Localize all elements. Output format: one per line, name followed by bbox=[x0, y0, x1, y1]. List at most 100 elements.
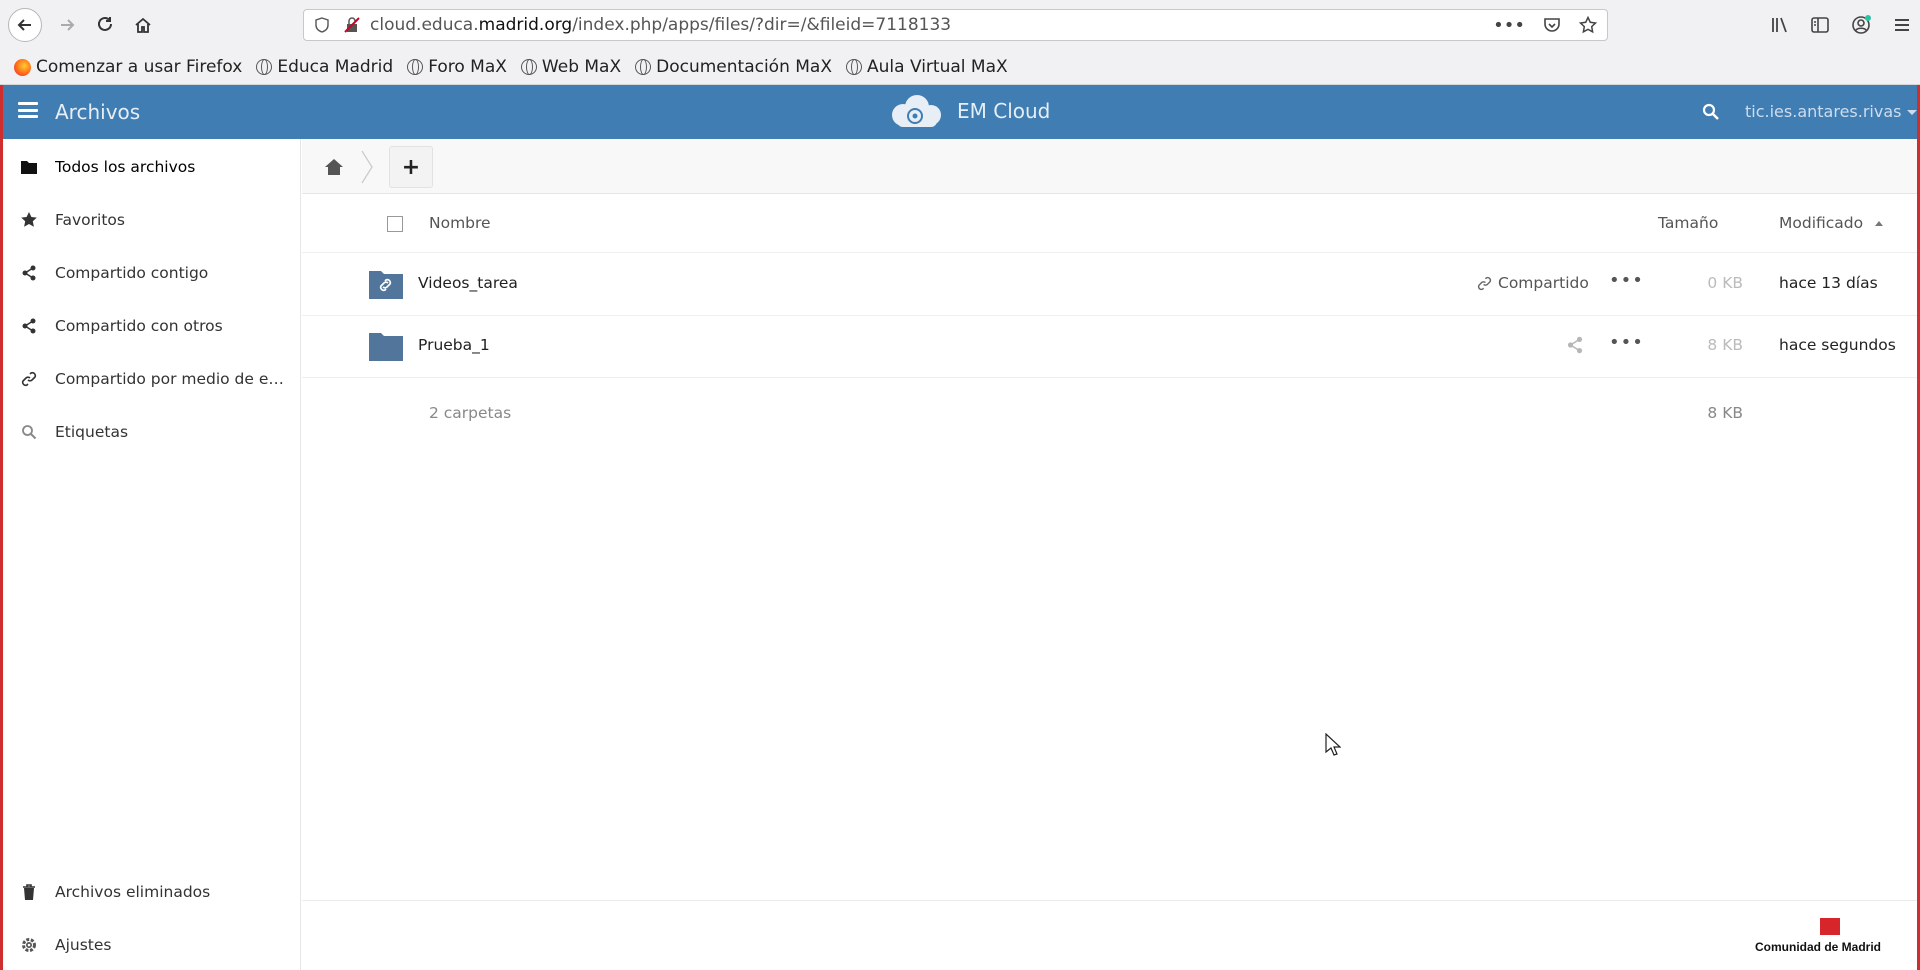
sidebar-item-label: Ajustes bbox=[55, 936, 112, 954]
bookmark-educa-madrid[interactable]: Educa Madrid bbox=[256, 57, 393, 77]
account-icon[interactable] bbox=[1850, 14, 1872, 36]
sort-ascending-icon bbox=[1875, 221, 1884, 226]
app-header: Archivos EM Cloud tic.ies.antares.rivas bbox=[0, 85, 1920, 139]
sidebar-item-shared-with-you[interactable]: Compartido contigo bbox=[0, 249, 301, 297]
sidebar-item-favorites[interactable]: Favoritos bbox=[0, 196, 301, 244]
home-button[interactable] bbox=[126, 8, 160, 42]
select-all-checkbox[interactable] bbox=[387, 216, 403, 232]
chevron-down-icon bbox=[1907, 110, 1918, 115]
url-bar[interactable]: cloud.educa.madrid.org/index.php/apps/fi… bbox=[303, 9, 1608, 41]
table-row[interactable]: Prueba_1 ••• 8 KB hace segundos bbox=[302, 316, 1917, 378]
more-actions-icon[interactable]: ••• bbox=[1609, 270, 1644, 291]
link-icon bbox=[20, 370, 38, 388]
table-row[interactable]: Videos_tarea Compartido ••• 0 KB hace 13… bbox=[302, 254, 1917, 316]
share-icon[interactable] bbox=[1566, 336, 1584, 354]
search-icon[interactable] bbox=[1702, 103, 1720, 121]
summary-size: 8 KB bbox=[1707, 404, 1743, 422]
sidebar-item-label: Compartido por medio de enla... bbox=[55, 370, 290, 388]
library-icon[interactable] bbox=[1770, 15, 1790, 35]
sidebar-item-label: Compartido con otros bbox=[55, 317, 223, 335]
shared-status[interactable]: Compartido bbox=[1477, 274, 1589, 292]
user-menu[interactable]: tic.ies.antares.rivas bbox=[1745, 102, 1918, 121]
file-name[interactable]: Prueba_1 bbox=[418, 336, 490, 354]
bookmark-documentacion-max[interactable]: Documentación MaX bbox=[635, 57, 832, 77]
trash-icon bbox=[20, 883, 38, 901]
bookmark-star-icon[interactable] bbox=[1579, 16, 1597, 34]
globe-icon bbox=[520, 59, 537, 75]
search-icon bbox=[20, 423, 38, 441]
reload-icon bbox=[98, 16, 112, 31]
file-size: 8 KB bbox=[1707, 336, 1743, 354]
sidebar-item-deleted-files[interactable]: Archivos eliminados bbox=[0, 868, 301, 916]
column-size[interactable]: Tamaño bbox=[1658, 214, 1718, 232]
mouse-cursor-icon bbox=[1325, 733, 1341, 756]
comunidad-madrid-logo: Comunidad de Madrid bbox=[1755, 918, 1905, 968]
sidebar-item-shared-with-others[interactable]: Compartido con otros bbox=[0, 302, 301, 350]
sidebar-item-shared-by-link[interactable]: Compartido por medio de enla... bbox=[0, 355, 301, 403]
reload-button[interactable] bbox=[88, 8, 122, 42]
breadcrumb-bar: + bbox=[302, 139, 1917, 194]
globe-icon bbox=[635, 59, 652, 75]
bookmarks-bar: Comenzar a usar Firefox Educa Madrid For… bbox=[0, 50, 1920, 85]
column-modified[interactable]: Modificado bbox=[1779, 214, 1884, 232]
bookmark-label: Comenzar a usar Firefox bbox=[36, 57, 243, 77]
star-icon bbox=[20, 211, 38, 229]
sidebar-item-label: Favoritos bbox=[55, 211, 125, 229]
forward-button[interactable] bbox=[50, 8, 84, 42]
more-actions-icon[interactable]: ••• bbox=[1609, 332, 1644, 353]
file-modified: hace 13 días bbox=[1779, 274, 1878, 292]
bookmark-firefox[interactable]: Comenzar a usar Firefox bbox=[14, 57, 242, 77]
menu-icon[interactable] bbox=[1892, 15, 1912, 35]
file-modified: hace segundos bbox=[1779, 336, 1896, 354]
arrow-right-icon bbox=[61, 19, 75, 31]
file-name[interactable]: Videos_tarea bbox=[418, 274, 518, 292]
insecure-lock-icon bbox=[344, 17, 360, 33]
file-size: 0 KB bbox=[1707, 274, 1743, 292]
brand[interactable]: EM Cloud bbox=[885, 93, 1050, 129]
bookmark-foro-max[interactable]: Foro MaX bbox=[407, 57, 507, 77]
sidebar-item-label: Compartido contigo bbox=[55, 264, 209, 282]
bookmark-aula-virtual-max[interactable]: Aula Virtual MaX bbox=[846, 57, 1008, 77]
shared-folder-icon bbox=[369, 271, 403, 299]
column-name[interactable]: Nombre bbox=[429, 214, 491, 232]
folder-icon bbox=[369, 333, 403, 361]
shield-icon bbox=[315, 17, 329, 33]
column-modified-label: Modificado bbox=[1779, 214, 1864, 232]
folder-icon bbox=[20, 158, 38, 176]
cloud-logo-icon bbox=[892, 95, 941, 127]
hamburger-menu-icon[interactable] bbox=[18, 102, 38, 118]
sidebar-item-label: Etiquetas bbox=[55, 423, 129, 441]
file-list-header: Nombre Tamaño Modificado bbox=[302, 195, 1917, 253]
sidebar-item-tags[interactable]: Etiquetas bbox=[0, 408, 301, 456]
globe-icon bbox=[256, 59, 273, 75]
share-icon bbox=[20, 264, 38, 282]
bookmark-label: Aula Virtual MaX bbox=[867, 57, 1008, 77]
new-button[interactable]: + bbox=[389, 146, 433, 188]
back-button[interactable] bbox=[8, 8, 42, 42]
browser-toolbar: cloud.educa.madrid.org/index.php/apps/fi… bbox=[0, 0, 1920, 50]
url-text: cloud.educa.madrid.org/index.php/apps/fi… bbox=[370, 15, 952, 35]
bookmark-web-max[interactable]: Web MaX bbox=[520, 57, 622, 77]
sidebar-item-label: Todos los archivos bbox=[55, 158, 196, 176]
arrow-left-icon bbox=[17, 19, 31, 31]
breadcrumb-separator bbox=[361, 150, 373, 184]
globe-icon bbox=[846, 59, 862, 75]
app-title[interactable]: Archivos bbox=[55, 100, 140, 124]
bookmark-label: Foro MaX bbox=[428, 57, 507, 77]
home-icon[interactable] bbox=[324, 157, 344, 177]
bookmark-label: Web MaX bbox=[541, 57, 622, 77]
sidebar-toggle-icon[interactable] bbox=[1810, 15, 1830, 35]
window-edge bbox=[0, 85, 3, 970]
pocket-icon[interactable] bbox=[1543, 16, 1561, 34]
share-icon bbox=[20, 317, 38, 335]
bookmark-label: Documentación MaX bbox=[656, 57, 832, 77]
username: tic.ies.antares.rivas bbox=[1745, 102, 1902, 121]
sidebar-item-settings[interactable]: Ajustes bbox=[0, 921, 301, 969]
sidebar-item-all-files[interactable]: Todos los archivos bbox=[0, 143, 301, 191]
sidebar-item-label: Archivos eliminados bbox=[55, 883, 211, 901]
link-icon bbox=[1477, 276, 1492, 290]
footer-divider bbox=[302, 900, 1917, 901]
page-actions-icon[interactable]: ••• bbox=[1493, 15, 1525, 36]
brand-name: EM Cloud bbox=[957, 99, 1051, 123]
bookmark-label: Educa Madrid bbox=[277, 57, 394, 77]
